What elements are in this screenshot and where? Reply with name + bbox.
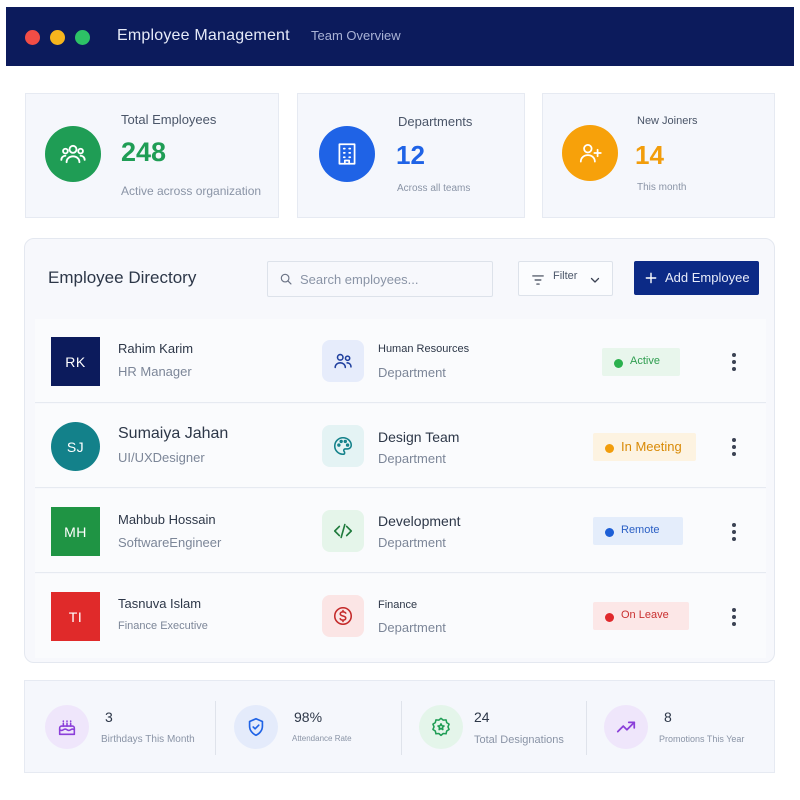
summary-label: Total Designations [474, 734, 564, 746]
title-bar: Employee Management Team Overview [6, 7, 794, 66]
summary-item-designations: 24 Total Designations [401, 681, 586, 774]
stat-label: Total Employees [121, 112, 217, 127]
users-icon [45, 126, 101, 182]
employee-directory-panel: Employee Directory Filter Add Employee R… [24, 238, 775, 663]
department-name: Finance [378, 599, 418, 611]
employee-role: SoftwareEngineer [118, 535, 222, 550]
stat-card-departments: Departments 12 Across all teams [297, 93, 525, 218]
stat-card-total-employees: Total Employees 248 Active across organi… [25, 93, 279, 218]
stat-value: 12 [396, 140, 425, 170]
stat-value: 14 [635, 140, 664, 170]
summary-label: Birthdays This Month [101, 734, 195, 745]
table-row[interactable]: SJ Sumaiya Jahan UI/UXDesigner Design Te… [35, 404, 766, 488]
more-options-icon[interactable] [732, 523, 738, 543]
status-text: Remote [621, 524, 660, 536]
users-icon [322, 340, 364, 382]
summary-bar: 3 Birthdays This Month 98% Attendance Ra… [24, 680, 775, 773]
add-employee-label: Add Employee [665, 270, 750, 285]
filter-dropdown[interactable]: Filter [518, 261, 613, 296]
stat-label: Departments [398, 114, 473, 129]
filter-label: Filter [553, 270, 578, 282]
filter-icon [532, 275, 544, 285]
summary-value: 98% [294, 709, 323, 725]
app-subtitle: Team Overview [311, 28, 401, 43]
panel-title: Employee Directory [48, 268, 197, 287]
summary-label: Promotions This Year [659, 734, 745, 744]
more-options-icon[interactable] [732, 438, 738, 458]
search-box[interactable] [267, 261, 493, 297]
summary-label: Attendance Rate [292, 734, 352, 743]
stat-card-new-joiners: New Joiners 14 This month [542, 93, 775, 218]
summary-item-promotions: 8 Promotions This Year [586, 681, 776, 774]
user-plus-icon [562, 125, 618, 181]
stat-note: Across all teams [397, 183, 471, 194]
trending-up-icon [604, 705, 648, 749]
summary-value: 8 [664, 709, 672, 725]
maximize-window-button[interactable] [75, 30, 90, 45]
employee-name: Rahim Karim [118, 341, 194, 356]
department-label: Department [378, 535, 446, 550]
cake-icon [45, 705, 89, 749]
employee-role: HR Manager [118, 364, 192, 379]
department-name: Development [378, 513, 461, 529]
stat-label: New Joiners [637, 115, 698, 127]
table-row[interactable]: TI Tasnuva Islam Finance Executive Finan… [35, 574, 766, 658]
status-badge: On Leave [593, 602, 689, 630]
status-badge: Active [602, 348, 680, 376]
stat-note: Active across organization [121, 184, 262, 198]
plus-icon [645, 272, 657, 284]
status-badge: In Meeting [593, 433, 696, 461]
stat-value: 248 [121, 137, 167, 167]
summary-value: 24 [474, 709, 490, 725]
department-label: Department [378, 451, 446, 466]
stat-note: This month [637, 182, 687, 193]
employee-name: Sumaiya Jahan [118, 425, 229, 442]
status-text: On Leave [621, 609, 669, 621]
code-icon [322, 510, 364, 552]
search-input[interactable] [300, 269, 485, 289]
more-options-icon[interactable] [732, 353, 738, 373]
add-employee-button[interactable]: Add Employee [634, 261, 759, 295]
dollar-icon [322, 595, 364, 637]
department-label: Department [378, 365, 446, 380]
palette-icon [322, 425, 364, 467]
employee-name: Tasnuva Islam [118, 596, 202, 611]
department-name: Human Resources [378, 343, 470, 355]
avatar: MH [51, 507, 100, 556]
employee-role: Finance Executive [118, 620, 208, 632]
table-row[interactable]: RK Rahim Karim HR Manager Human Resource… [35, 319, 766, 403]
status-text: In Meeting [621, 439, 682, 454]
award-icon [419, 705, 463, 749]
avatar: RK [51, 337, 100, 386]
close-window-button[interactable] [25, 30, 40, 45]
summary-value: 3 [105, 709, 113, 725]
employee-name: Mahbub Hossain [118, 512, 216, 527]
summary-item-birthdays: 3 Birthdays This Month [25, 681, 215, 774]
building-icon [319, 126, 375, 182]
more-options-icon[interactable] [732, 608, 738, 628]
employee-role: UI/UXDesigner [118, 450, 205, 465]
department-name: Design Team [378, 429, 460, 445]
summary-item-attendance: 98% Attendance Rate [215, 681, 401, 774]
app-title: Employee Management [117, 27, 290, 44]
table-row[interactable]: MH Mahbub Hossain SoftwareEngineer Devel… [35, 489, 766, 573]
shield-check-icon [234, 705, 278, 749]
avatar: SJ [51, 422, 100, 471]
status-badge: Remote [593, 517, 683, 545]
department-label: Department [378, 620, 446, 635]
search-icon [280, 273, 292, 285]
chevron-down-icon [590, 277, 600, 283]
minimize-window-button[interactable] [50, 30, 65, 45]
avatar: TI [51, 592, 100, 641]
status-text: Active [630, 355, 660, 367]
